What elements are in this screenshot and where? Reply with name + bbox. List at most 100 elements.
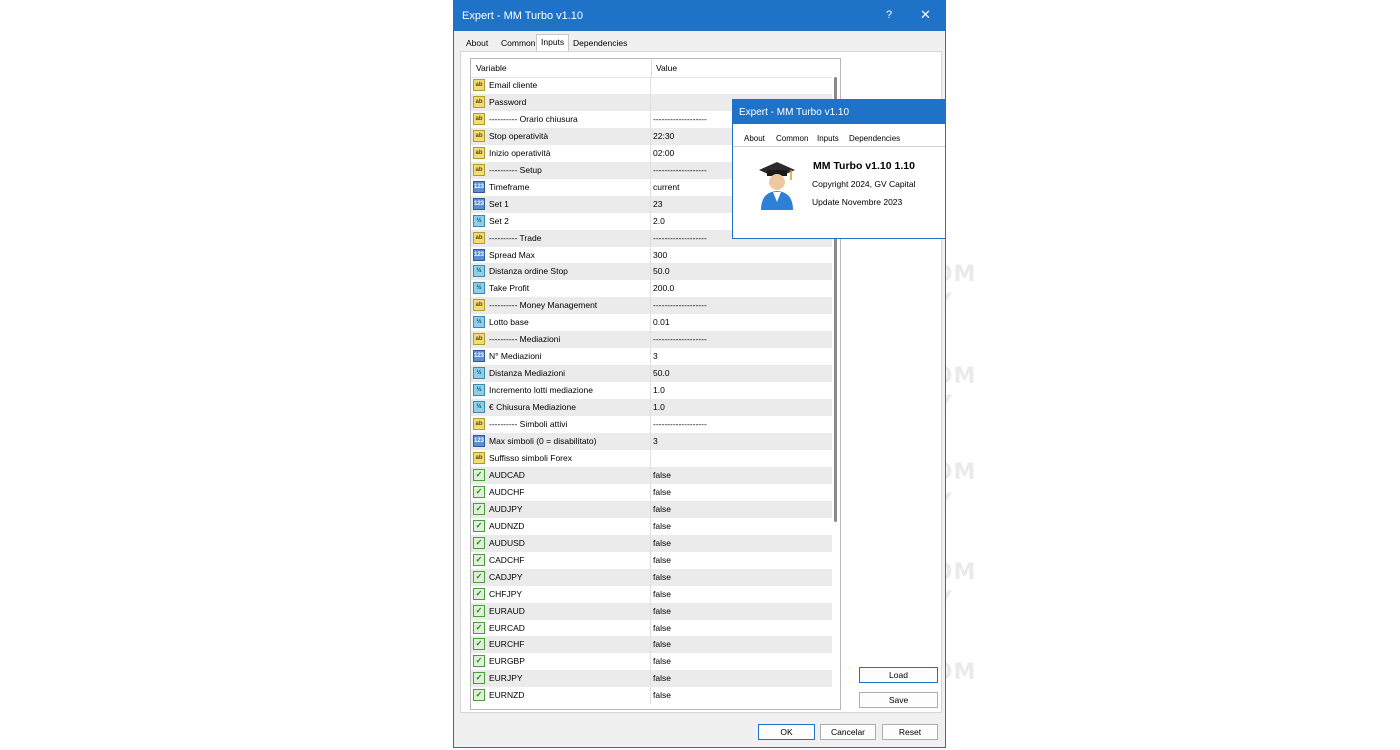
load-button[interactable]: Load [859,667,938,683]
input-row[interactable]: ab ---------- Money Management -----------… [471,297,832,315]
variable-value[interactable]: false [653,470,671,480]
tab-inputs[interactable]: Inputs [536,34,570,51]
variable-value[interactable]: false [653,572,671,582]
variable-value[interactable]: 02:00 [653,148,674,158]
grid-header: Variable Value [471,59,832,78]
tab-common[interactable]: Common [497,37,539,51]
variable-value[interactable]: false [653,639,671,649]
about-tab-inputs[interactable]: Inputs [817,134,839,143]
variable-value[interactable]: ------------------- [653,419,707,429]
variable-name: AUDJPY [489,503,523,514]
variable-name: AUDNZD [489,520,525,531]
save-button[interactable]: Save [859,692,938,708]
variable-value[interactable]: 3 [653,436,658,446]
variable-name: Stop operatività [489,130,549,141]
variable-value[interactable]: ------------------- [653,300,707,310]
reset-button[interactable]: Reset [882,724,938,740]
variable-name: Password [489,96,527,107]
variable-name: Suffisso simboli Forex [489,452,572,463]
variable-name: Email cliente [489,80,538,90]
variable-value[interactable]: ------------------- [653,233,707,243]
title-bar[interactable]: Expert - MM Turbo v1.10 ? ✕ [454,1,945,31]
variable-value[interactable]: 3 [653,351,658,361]
input-row[interactable]: ab Suffisso simboli Forex [471,449,832,467]
variable-value[interactable]: ------------------- [653,165,707,175]
variable-value[interactable]: 300 [653,250,667,260]
input-row[interactable]: 123 N° Mediazioni 3 [471,348,832,366]
variable-value[interactable]: 23 [653,199,662,209]
variable-value[interactable]: false [653,673,671,683]
input-row[interactable]: ½ Incremento lotti mediazione 1.0 [471,382,832,400]
input-row[interactable]: ✓ EURCHF false [471,636,832,654]
variable-value[interactable]: 1.0 [653,385,665,395]
input-row[interactable]: ✓ EURNZD false [471,687,832,705]
column-separator[interactable] [651,59,652,77]
about-tab-about[interactable]: About [744,134,765,143]
input-row[interactable]: ✓ AUDUSD false [471,534,832,552]
text-type-icon: ab [473,163,485,176]
column-header-value[interactable]: Value [656,63,677,73]
cell-divider [650,77,651,94]
input-row[interactable]: ✓ EURJPY false [471,670,832,688]
input-row[interactable]: ½ Lotto base 0.01 [471,314,832,332]
input-row[interactable]: ✓ AUDJPY false [471,500,832,518]
variable-value[interactable]: false [653,606,671,616]
bool-type-icon: ✓ [473,519,485,532]
input-row[interactable]: ✓ AUDNZD false [471,517,832,535]
input-row[interactable]: ½ € Chiusura Mediazione 1.0 [471,399,832,417]
about-tab-common[interactable]: Common [776,134,808,143]
input-row[interactable]: ✓ EURCAD false [471,619,832,637]
input-row[interactable]: ✓ AUDCHF false [471,483,832,501]
variable-value[interactable]: false [653,656,671,666]
variable-value[interactable]: ------------------- [653,334,707,344]
cell-divider [650,212,651,230]
close-icon[interactable]: ✕ [920,7,931,23]
input-row[interactable]: ½ Take Profit 200.0 [471,280,832,298]
cell-divider [650,636,651,654]
input-row[interactable]: ½ Distanza ordine Stop 50.0 [471,263,832,281]
variable-value[interactable]: current [653,182,679,192]
variable-value[interactable]: false [653,487,671,497]
tab-about[interactable]: About [462,37,492,51]
variable-value[interactable]: false [653,589,671,599]
input-row[interactable]: ✓ CADCHF false [471,551,832,569]
variable-name: AUDCHF [489,486,525,497]
variable-value[interactable]: 0.01 [653,317,670,327]
variable-name: Set 2 [489,215,509,226]
input-row[interactable]: ✓ EURAUD false [471,602,832,620]
bool-type-icon: ✓ [473,468,485,481]
about-title-bar[interactable]: Expert - MM Turbo v1.10 [733,100,945,124]
input-row[interactable]: 123 Spread Max 300 [471,246,832,264]
input-row[interactable]: ✓ AUDCAD false [471,466,832,484]
variable-value[interactable]: 2.0 [653,216,665,226]
column-header-variable[interactable]: Variable [476,63,507,73]
input-row[interactable]: 123 Max simboli (0 = disabilitato) 3 [471,433,832,450]
variable-value[interactable]: 1.0 [653,402,665,412]
input-row[interactable]: ab ---------- Mediazioni -----------------… [471,331,832,349]
tab-dependencies[interactable]: Dependencies [569,37,631,51]
variable-value[interactable]: false [653,521,671,531]
variable-value[interactable]: false [653,538,671,548]
variable-value[interactable]: false [653,555,671,565]
help-icon[interactable]: ? [886,9,892,21]
variable-value[interactable]: 22:30 [653,131,674,141]
input-row[interactable]: ab ---------- Simboli attivi -------------… [471,416,832,434]
variable-value[interactable]: 50.0 [653,266,670,276]
variable-value[interactable]: ------------------- [653,114,707,124]
variable-value[interactable]: 50.0 [653,368,670,378]
input-row[interactable]: ✓ EURGBP false [471,653,832,671]
about-tab-dependencies[interactable]: Dependencies [849,134,900,143]
input-row[interactable]: ½ Distanza Mediazioni 50.0 [471,365,832,383]
input-row[interactable]: ✓ CHFJPY false [471,585,832,603]
input-row[interactable]: ab Email cliente [471,77,832,94]
integer-type-icon: 123 [473,350,485,363]
variable-value[interactable]: 200.0 [653,283,674,293]
cancel-button[interactable]: Cancelar [820,724,876,740]
variable-value[interactable]: false [653,690,671,700]
input-row[interactable]: ✓ CADJPY false [471,568,832,586]
cell-divider [650,687,651,705]
ok-button[interactable]: OK [758,724,815,740]
variable-value[interactable]: false [653,504,671,514]
variable-value[interactable]: false [653,623,671,633]
bool-type-icon: ✓ [473,485,485,498]
